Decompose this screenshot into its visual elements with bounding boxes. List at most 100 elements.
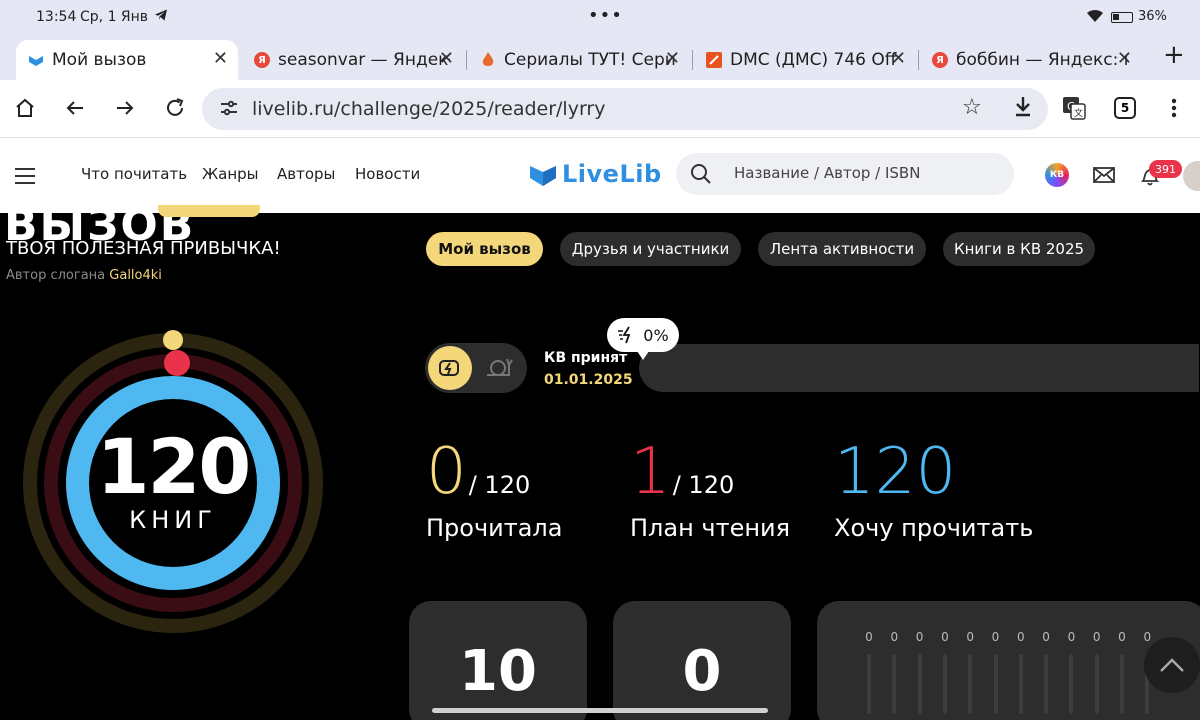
- month-bar: [993, 654, 998, 714]
- month-value-label: 0: [941, 630, 949, 644]
- month-bar: [1120, 654, 1124, 714]
- month-value-label: 0: [1143, 630, 1152, 644]
- gesture-home-indicator: [432, 708, 768, 713]
- stat-read-of: / 120: [468, 471, 531, 499]
- close-tab-icon[interactable]: ✕: [213, 48, 228, 69]
- forward-icon[interactable]: [109, 92, 141, 124]
- nav-what-to-read[interactable]: Что почитать: [81, 165, 187, 183]
- close-tab-icon[interactable]: ✕: [665, 48, 680, 69]
- status-time: 13:54: [36, 9, 77, 25]
- stat-card-value: 0: [682, 639, 722, 704]
- site-settings-icon[interactable]: [218, 97, 240, 123]
- battery-level: 36%: [1138, 9, 1167, 24]
- lightning-speed-icon: [618, 326, 631, 344]
- tab-my-challenge[interactable]: Мой вызов ✕: [16, 40, 238, 80]
- month-bar: [1018, 654, 1023, 714]
- livelib-logo-icon: [530, 166, 556, 186]
- month-value-label: 0: [966, 630, 974, 644]
- battery-icon: [1111, 12, 1133, 23]
- snail-icon[interactable]: [485, 353, 513, 385]
- stat-want: 120 Хочу прочитать: [834, 440, 1033, 542]
- month-bar: [1094, 654, 1099, 714]
- search-icon: [690, 163, 712, 189]
- more-dots-icon[interactable]: •••: [588, 5, 623, 26]
- bookmark-star-icon[interactable]: ☆: [962, 95, 982, 120]
- tab-my-challenge-page[interactable]: Мой вызов: [426, 232, 543, 266]
- home-icon[interactable]: [9, 92, 41, 124]
- month-bar: [867, 654, 871, 714]
- plan-progress-dot: [164, 350, 190, 376]
- livelib-logo[interactable]: LiveLib: [530, 160, 662, 188]
- stat-plan-label: План чтения: [630, 514, 791, 542]
- svg-text:文: 文: [1074, 107, 1083, 119]
- translate-icon[interactable]: G文: [1058, 92, 1090, 124]
- stat-card-2: 0: [613, 601, 791, 720]
- new-tab-icon[interactable]: +: [1163, 40, 1185, 70]
- tab-strip: Мой вызов ✕ Я seasonvar — Яндекс ✕ Сериа…: [0, 36, 1200, 80]
- avatar[interactable]: [1183, 161, 1200, 191]
- nav-genres[interactable]: Жанры: [202, 165, 259, 183]
- tab-friends-participants[interactable]: Друзья и участники: [560, 232, 741, 266]
- progress-percent: 0%: [643, 325, 669, 345]
- challenge-mode-toggle[interactable]: [425, 343, 527, 393]
- browser-toolbar: livelib.ru/challenge/2025/reader/lyrry ☆…: [0, 80, 1200, 138]
- challenge-accepted-label: КВ принят: [544, 350, 628, 366]
- scroll-to-top-button[interactable]: [1144, 637, 1200, 693]
- tab-title: Мой вызов: [52, 50, 147, 70]
- stat-read-value: 0: [426, 435, 467, 509]
- mail-icon[interactable]: [1093, 167, 1115, 187]
- month-value-label: 0: [1067, 630, 1076, 644]
- nav-news[interactable]: Новости: [355, 165, 420, 183]
- close-tab-icon[interactable]: ✕: [891, 48, 906, 69]
- address-bar[interactable]: livelib.ru/challenge/2025/reader/lyrry ☆: [202, 88, 1048, 130]
- tab-dmc[interactable]: DMC (ДМС) 746 Off ✕: [694, 40, 916, 80]
- progress-bubble: 0%: [607, 318, 679, 360]
- menu-kebab-icon[interactable]: [1158, 92, 1190, 124]
- yandex-icon: Я: [932, 52, 948, 68]
- month-value-label: 0: [1118, 630, 1126, 644]
- month-bar: [892, 654, 897, 714]
- slogan-author-link[interactable]: Gallo4ki: [109, 268, 162, 283]
- year-chip: [158, 205, 260, 217]
- status-date: Ср, 1 Янв: [80, 9, 149, 25]
- close-tab-icon[interactable]: ✕: [439, 48, 454, 69]
- yandex-icon: Я: [254, 52, 270, 68]
- close-tab-icon[interactable]: ✕: [1117, 48, 1132, 69]
- tab-serials[interactable]: Сериалы ТУТ! Сери ✕: [468, 40, 690, 80]
- tab-books-2025[interactable]: Книги в КВ 2025: [943, 232, 1095, 266]
- site-search-input[interactable]: Название / Автор / ISBN: [676, 153, 1014, 195]
- chevron-up-icon: [1160, 658, 1184, 672]
- nav-authors[interactable]: Авторы: [277, 165, 335, 183]
- slogan-author-line: Автор слогана Gallo4ki: [6, 268, 162, 283]
- challenge-accepted-date: 01.01.2025: [544, 372, 633, 388]
- tab-activity-feed[interactable]: Лента активности: [758, 232, 926, 266]
- stat-want-value: 120: [834, 435, 957, 509]
- goal-ring: 120 КНИГ: [20, 330, 326, 636]
- month-value-label: 0: [1092, 630, 1101, 644]
- tab-switcher-button[interactable]: 5: [1114, 97, 1136, 119]
- month-bar: [968, 654, 973, 714]
- fast-mode-icon[interactable]: [428, 346, 472, 390]
- tab-title: seasonvar — Яндекс: [278, 50, 450, 70]
- challenge-progress-bar: [639, 344, 1199, 392]
- stat-read: 0/ 120 Прочитала: [426, 440, 562, 542]
- dmc-icon: [706, 52, 722, 68]
- wifi-icon: [1086, 9, 1104, 27]
- month-value-label: 0: [915, 630, 924, 644]
- stat-card-1: 10: [409, 601, 587, 720]
- tab-title: боббин — Яндекс: н: [956, 50, 1128, 70]
- tab-seasonvar[interactable]: Я seasonvar — Яндекс ✕: [242, 40, 464, 80]
- reload-icon[interactable]: [159, 92, 191, 124]
- goal-unit: КНИГ: [129, 506, 217, 534]
- url-text[interactable]: livelib.ru/challenge/2025/reader/lyrry: [252, 98, 605, 120]
- tab-bobbin[interactable]: Я боббин — Яндекс: н ✕: [920, 40, 1142, 80]
- kv-badge[interactable]: КВ: [1045, 163, 1069, 187]
- back-icon[interactable]: [59, 92, 91, 124]
- slogan: ТВОЯ ПОЛЕЗНАЯ ПРИВЫЧКА!: [6, 238, 281, 259]
- month-value-label: 0: [1016, 630, 1025, 644]
- download-icon[interactable]: [1012, 94, 1034, 124]
- search-placeholder: Название / Автор / ISBN: [734, 164, 921, 182]
- goal-count: 120: [96, 422, 252, 511]
- hamburger-menu-icon[interactable]: [15, 168, 35, 189]
- telegram-icon: [154, 8, 168, 26]
